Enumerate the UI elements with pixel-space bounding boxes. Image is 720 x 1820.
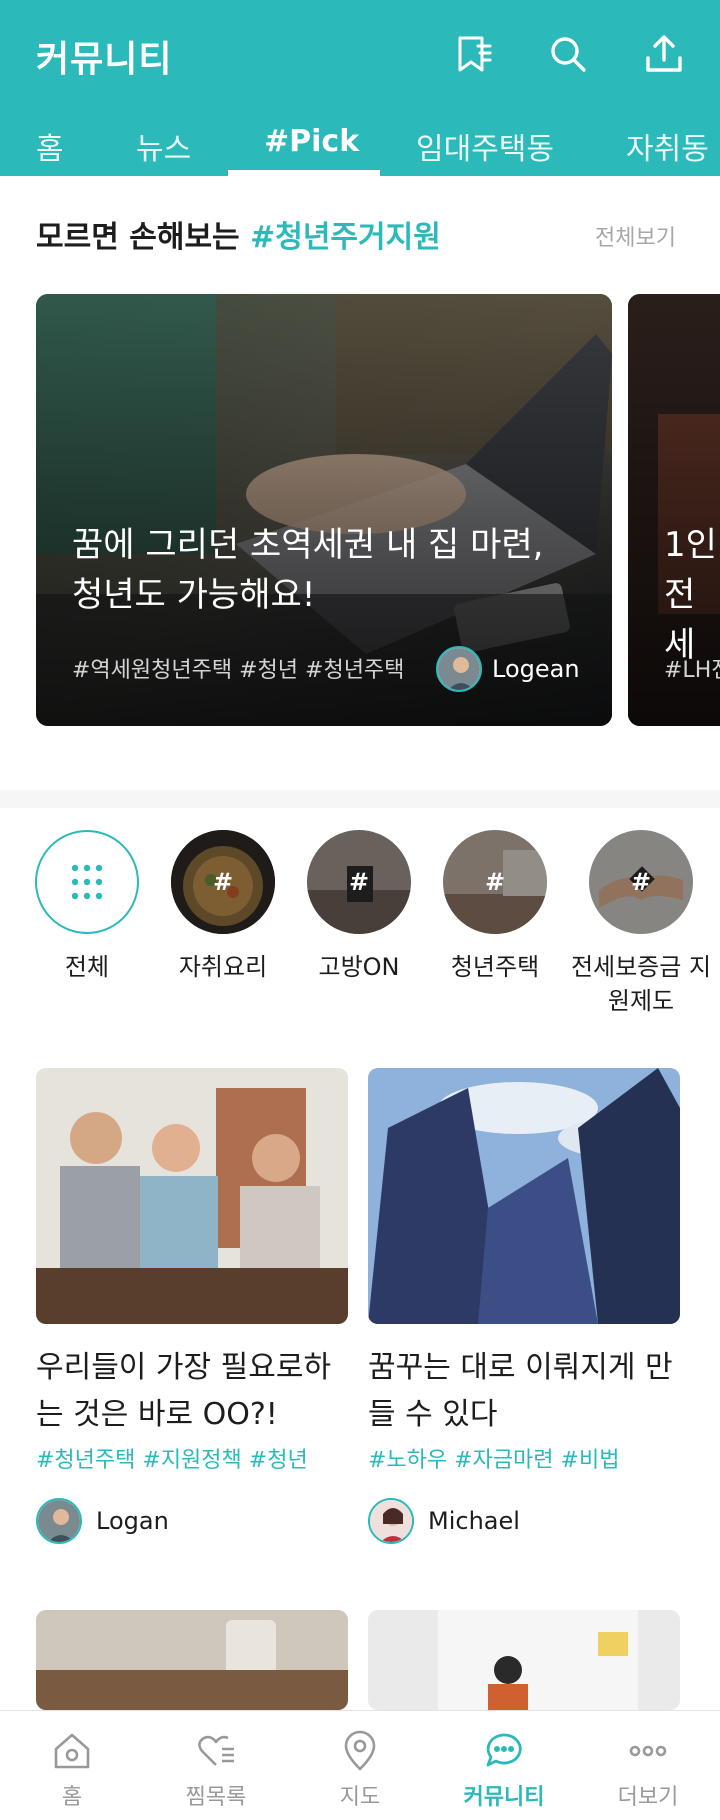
post-thumbnail	[368, 1068, 680, 1324]
post-thumbnail	[36, 1610, 348, 1710]
category-label: 청년주택	[450, 953, 540, 981]
post-author[interactable]: Logan	[36, 1498, 348, 1544]
post-thumbnail	[368, 1610, 680, 1710]
hash-icon: #	[307, 830, 411, 934]
category-image: #	[307, 830, 411, 934]
category-image: #	[171, 830, 275, 934]
map-pin-icon	[344, 1730, 376, 1771]
home-icon	[54, 1733, 90, 1769]
post-title: 꿈꾸는 대로 이뤄지게 만들 수 있다	[368, 1350, 673, 1432]
see-all-link[interactable]: 전체보기	[595, 220, 676, 252]
featured-card-author[interactable]: Logean	[436, 646, 580, 692]
post-author[interactable]: Michael	[368, 1498, 680, 1544]
featured-card[interactable]: 1인 전세 #LH전	[628, 294, 720, 726]
tab-self-living[interactable]: 자취동	[626, 124, 709, 168]
nav-more[interactable]: 더보기	[578, 1729, 718, 1811]
nav-home[interactable]: 홈	[2, 1729, 142, 1811]
category-cooking[interactable]: # 자취요리	[148, 830, 298, 984]
hash-icon: #	[589, 830, 693, 934]
nav-label: 찜목록	[185, 1785, 247, 1810]
hash-icon: #	[171, 830, 275, 934]
grid-icon	[35, 830, 139, 934]
featured-card[interactable]: 꿈에 그리던 초역세권 내 집 마련, 청년도 가능해요! #역세원청년주택 #…	[36, 294, 612, 726]
nav-label: 커뮤니티	[463, 1785, 545, 1810]
section-title: 모르면 손해보는 #청년주거지원	[36, 212, 441, 256]
author-name: Michael	[428, 1507, 520, 1535]
category-label: 고방ON	[318, 953, 400, 981]
tab-home[interactable]: 홈	[36, 124, 64, 168]
avatar	[436, 646, 482, 692]
chat-bubble-icon	[486, 1733, 522, 1767]
post-thumbnail	[36, 1068, 348, 1324]
category-all[interactable]: 전체	[12, 830, 162, 984]
search-icon[interactable]	[546, 32, 590, 76]
avatar	[36, 1498, 82, 1544]
section-title-highlight: #청년주거지원	[250, 220, 441, 255]
category-image: #	[443, 830, 547, 934]
section-divider	[0, 790, 720, 808]
post-card[interactable]	[368, 1610, 680, 1710]
nav-label: 홈	[61, 1785, 83, 1810]
nav-community[interactable]: 커뮤니티	[434, 1729, 574, 1811]
category-gobangon[interactable]: # 고방ON	[284, 830, 434, 984]
bottom-navigation: 홈 찜목록 지도 커뮤니티 더보기	[0, 1710, 720, 1820]
app-header: 커뮤니티 홈 뉴스 #Pick 임대주택동 자취동	[0, 0, 720, 176]
category-label: 자취요리	[178, 953, 268, 981]
nav-map[interactable]: 지도	[290, 1729, 430, 1811]
post-card[interactable]: 우리들이 가장 필요로하는 것은 바로 OO?! #청년주택 #지원정책 #청년…	[36, 1068, 348, 1544]
bookmark-list-icon[interactable]	[452, 32, 496, 76]
more-icon	[629, 1745, 667, 1757]
active-tab-indicator	[228, 170, 380, 176]
page-title: 커뮤니티	[36, 39, 173, 80]
tab-news[interactable]: 뉴스	[136, 124, 191, 168]
avatar	[368, 1498, 414, 1544]
category-label: 전세보증금 지원제도	[570, 953, 712, 1015]
featured-card-tags: #역세원청년주택 #청년 #청년주택	[72, 658, 405, 683]
post-card[interactable]	[36, 1610, 348, 1710]
author-name: Logan	[96, 1507, 169, 1535]
category-deposit-support[interactable]: # 전세보증금 지원제도	[566, 830, 716, 1018]
category-image: #	[589, 830, 693, 934]
nav-label: 지도	[339, 1785, 381, 1810]
tab-bar: 홈 뉴스 #Pick 임대주택동 자취동	[0, 118, 720, 176]
share-icon[interactable]	[642, 32, 686, 76]
post-card[interactable]: 꿈꾸는 대로 이뤄지게 만들 수 있다 #노하우 #자금마련 #비법 Micha…	[368, 1068, 680, 1544]
post-tags[interactable]: #노하우 #자금마련 #비법	[368, 1442, 680, 1474]
category-label: 전체	[64, 953, 110, 981]
featured-card-headline: 1인 전세	[664, 525, 717, 665]
post-tags[interactable]: #청년주택 #지원정책 #청년	[36, 1442, 348, 1474]
tab-pick[interactable]: #Pick	[264, 124, 359, 159]
post-title: 우리들이 가장 필요로하는 것은 바로 OO?!	[36, 1350, 332, 1432]
hash-icon: #	[443, 830, 547, 934]
category-youth-housing[interactable]: # 청년주택	[420, 830, 570, 984]
section-title-text: 모르면 손해보는	[36, 220, 251, 255]
featured-card-tags: #LH전	[664, 658, 720, 683]
author-name: Logean	[492, 655, 580, 683]
tab-rental-housing[interactable]: 임대주택동	[416, 124, 554, 168]
heart-list-icon	[198, 1735, 234, 1766]
featured-card-headline: 꿈에 그리던 초역세권 내 집 마련, 청년도 가능해요!	[72, 525, 544, 615]
nav-wishlist[interactable]: 찜목록	[146, 1729, 286, 1811]
nav-label: 더보기	[617, 1785, 679, 1810]
